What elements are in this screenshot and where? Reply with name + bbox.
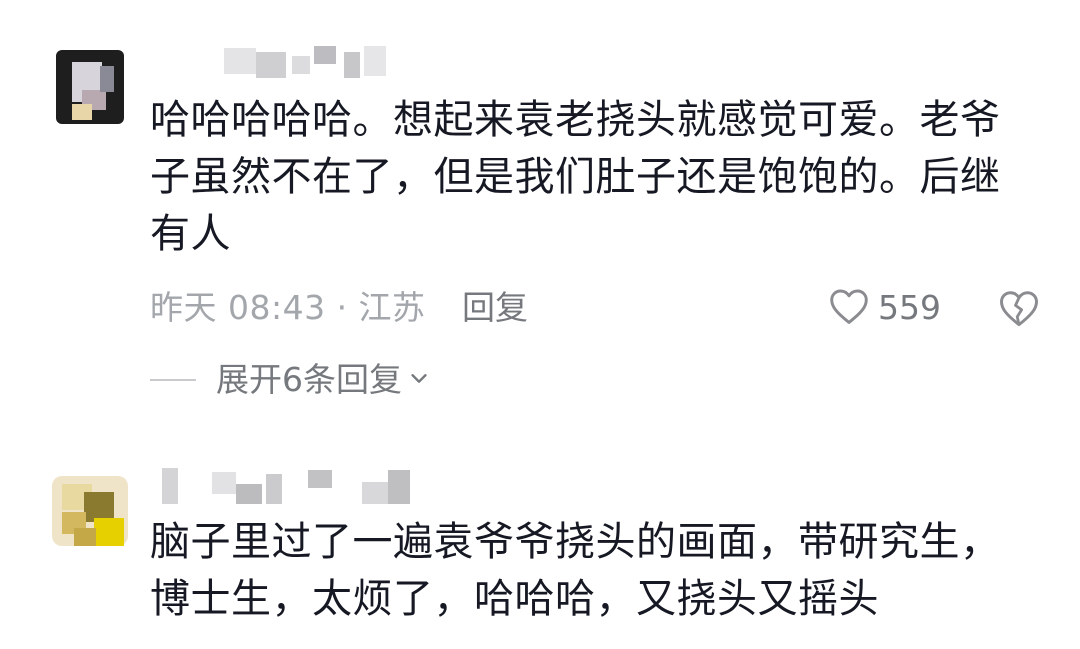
broken-heart-icon[interactable]: [998, 288, 1040, 328]
avatar[interactable]: [48, 44, 132, 128]
chevron-down-icon: [402, 367, 430, 393]
expand-replies-label: 展开6条回复: [216, 360, 402, 399]
comment-time-location: 昨天 08:43 · 江苏: [150, 288, 426, 327]
expand-replies-button[interactable]: 展开6条回复: [150, 358, 430, 402]
like-count: 559: [878, 288, 941, 327]
comment-text: 哈哈哈哈哈。想起来袁老挠头就感觉可爱。老爷子虽然不在了，但是我们肚子还是饱饱的。…: [150, 97, 1001, 257]
comment-item: 脑子里过了一遍袁爷爷挠头的画面，带研究生，博士生，太烦了，哈哈哈，又挠头又摇头: [0, 450, 1080, 649]
comment-item: 哈哈哈哈哈。想起来袁老挠头就感觉可爱。老爷子虽然不在了，但是我们肚子还是饱饱的。…: [0, 0, 1080, 430]
comment-text: 脑子里过了一遍袁爷爷挠头的画面，带研究生，博士生，太烦了，哈哈哈，又挠头又摇头: [150, 519, 1001, 622]
reply-button[interactable]: 回复: [462, 286, 528, 330]
avatar[interactable]: [48, 466, 132, 550]
divider-line: [150, 379, 196, 381]
heart-outline-icon: [828, 287, 870, 329]
like-button[interactable]: 559: [828, 286, 941, 330]
comment-meta: 昨天 08:43 · 江苏 回复 559: [150, 286, 1050, 330]
